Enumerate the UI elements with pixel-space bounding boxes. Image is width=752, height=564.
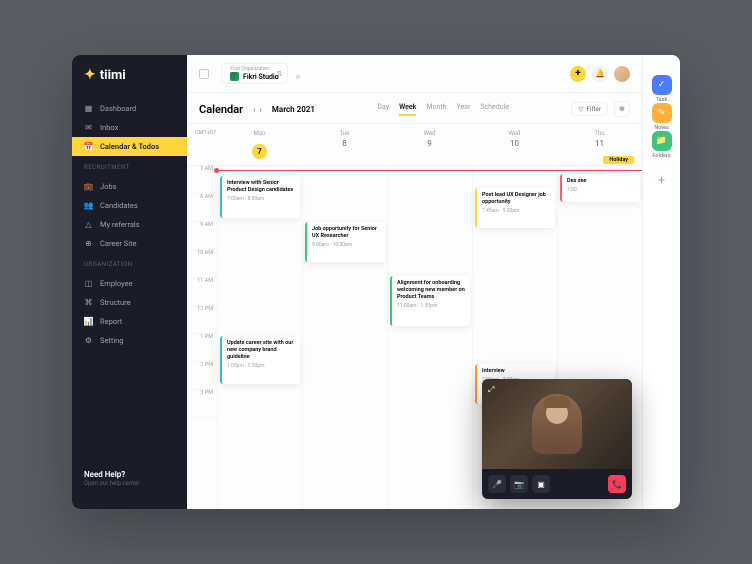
- time-label: 1 PM: [187, 334, 217, 362]
- view-tab-month[interactable]: Month: [426, 103, 446, 116]
- notes-icon: ✎: [652, 103, 672, 123]
- sidebar-item-report[interactable]: 📊Report: [72, 312, 187, 331]
- day-column[interactable]: Wed10: [472, 130, 557, 159]
- video-frame: ⤢: [482, 379, 632, 469]
- expand-icon[interactable]: ⤢: [488, 385, 494, 395]
- view-tab-year[interactable]: Year: [456, 103, 470, 116]
- topbar: Your Organization Fikri Studio ⇅ ⌕ + 🔔: [187, 55, 642, 93]
- day-column[interactable]: Tue8: [302, 130, 387, 159]
- view-tab-day[interactable]: Day: [377, 103, 389, 116]
- calendar-event[interactable]: Interview with Senior Product Design can…: [220, 176, 300, 218]
- sidebar-item-jobs[interactable]: 💼Jobs: [72, 177, 187, 196]
- nav-section-organization: ORGANIZATION: [72, 255, 187, 272]
- sidebar-item-dashboard[interactable]: ▦Dashboard: [72, 99, 187, 118]
- filter-icon: ▽: [578, 105, 583, 113]
- end-call-button[interactable]: 📞: [608, 475, 626, 493]
- brand-name: tiimi: [100, 68, 126, 83]
- filter-button[interactable]: ▽ Filter: [571, 102, 608, 116]
- time-label: 11 AM: [187, 278, 217, 306]
- page-title: Calendar: [199, 103, 243, 116]
- sidebar: ✦ tiimi ▦Dashboard✉Inbox📅Calendar & Todo…: [72, 55, 187, 509]
- sidebar-item-candidates[interactable]: 👥Candidates: [72, 196, 187, 215]
- day-column[interactable]: Wed9: [387, 130, 472, 159]
- grid-column[interactable]: Interview with Senior Product Design can…: [217, 166, 302, 509]
- calendar-event[interactable]: Des see7:00: [560, 174, 640, 202]
- org-name: Fikri Studio: [243, 73, 279, 81]
- day-column[interactable]: Thu11: [557, 130, 642, 159]
- notifications-button[interactable]: 🔔: [592, 66, 608, 82]
- nav-icon: 👥: [84, 201, 93, 210]
- sidebar-item-career-site[interactable]: ⊕Career Site: [72, 234, 187, 253]
- user-avatar[interactable]: [614, 66, 630, 82]
- nav-icon: ⚙: [84, 336, 93, 345]
- time-label: 8 AM: [187, 194, 217, 222]
- nav-icon: 📅: [84, 142, 93, 151]
- org-logo: [230, 72, 239, 81]
- view-tab-schedule[interactable]: Schedule: [480, 103, 509, 116]
- org-switcher[interactable]: Your Organization Fikri Studio ⇅: [221, 63, 288, 84]
- time-label: 2 PM: [187, 362, 217, 390]
- rail-add-button[interactable]: +: [658, 173, 665, 187]
- next-button[interactable]: ›: [260, 105, 262, 114]
- time-label: 7 AM: [187, 166, 217, 194]
- sidebar-item-setting[interactable]: ⚙Setting: [72, 331, 187, 350]
- nav-icon: ⊕: [84, 239, 93, 248]
- nav-section-recruitment: RECRUITMENT: [72, 158, 187, 175]
- nav-icon: ✉: [84, 123, 93, 132]
- days-header: GMT+07 Mon7Tue8Wed9Wed10Thu11: [187, 124, 642, 166]
- add-button[interactable]: +: [570, 66, 586, 82]
- calendar-event[interactable]: Post lead UX Designer job opportunity7:4…: [475, 188, 555, 228]
- calendar-event[interactable]: Alignment for onboarding welcoming new m…: [390, 276, 470, 326]
- search-input[interactable]: ⌕: [296, 64, 562, 83]
- calendar-header: Calendar ‹ › March 2021 Day Week Month Year…: [187, 93, 642, 124]
- screen-share-button[interactable]: ▣: [532, 475, 550, 493]
- camera-button[interactable]: 📷: [510, 475, 528, 493]
- nav-icon: 💼: [84, 182, 93, 191]
- grid-column[interactable]: Alignment for onboarding welcoming new m…: [387, 166, 472, 509]
- mic-button[interactable]: 🎤: [488, 475, 506, 493]
- nav-icon: ⌘: [84, 298, 93, 307]
- more-options-button[interactable]: ⊕: [614, 101, 630, 117]
- calendar-event[interactable]: Update career site with our new company …: [220, 336, 300, 384]
- task-icon: ✓: [652, 75, 672, 95]
- help-box[interactable]: Need Help? Open our help center: [72, 470, 187, 497]
- sidebar-item-my-referrals[interactable]: △My referrals: [72, 215, 187, 234]
- nav-icon: 📊: [84, 317, 93, 326]
- rail-item-task[interactable]: ✓Task: [652, 75, 672, 103]
- current-month: March 2021: [272, 105, 315, 114]
- help-title: Need Help?: [84, 470, 175, 479]
- time-label: 9 AM: [187, 222, 217, 250]
- nav-icon: △: [84, 220, 93, 229]
- logo-icon: ✦: [84, 67, 96, 83]
- sidebar-item-structure[interactable]: ⌘Structure: [72, 293, 187, 312]
- rail-item-folders[interactable]: 📁Folders: [652, 131, 672, 159]
- current-time-indicator: [217, 170, 642, 171]
- video-participant: [532, 394, 582, 454]
- video-call-widget[interactable]: ⤢ 🎤 📷 ▣ 📞: [482, 379, 632, 499]
- panel-toggle-icon[interactable]: [199, 69, 209, 79]
- time-label: 10 AM: [187, 250, 217, 278]
- view-tab-week[interactable]: Week: [399, 103, 416, 116]
- time-label: 12 PM: [187, 306, 217, 334]
- chevron-updown-icon: ⇅: [277, 70, 283, 78]
- time-label: 3 PM: [187, 390, 217, 418]
- sidebar-item-inbox[interactable]: ✉Inbox: [72, 118, 187, 137]
- rail-item-notes[interactable]: ✎Notes: [652, 103, 672, 131]
- holiday-badge: Holiday: [603, 156, 634, 164]
- folders-icon: 📁: [652, 131, 672, 151]
- nav-icon: ◫: [84, 279, 93, 288]
- right-rail: ✓Task✎Notes📁Folders +: [642, 55, 680, 509]
- calendar-event[interactable]: Job opportunity for Senior UX Researcher…: [305, 222, 385, 262]
- timezone-label: GMT+07: [195, 130, 216, 136]
- help-subtitle: Open our help center: [84, 480, 175, 487]
- logo: ✦ tiimi: [72, 67, 187, 97]
- sidebar-item-employee[interactable]: ◫Employee: [72, 274, 187, 293]
- sidebar-item-calendar-todos[interactable]: 📅Calendar & Todos: [72, 137, 187, 156]
- day-column[interactable]: Mon7: [217, 130, 302, 159]
- prev-button[interactable]: ‹: [253, 105, 255, 114]
- grid-column[interactable]: Job opportunity for Senior UX Researcher…: [302, 166, 387, 509]
- nav-icon: ▦: [84, 104, 93, 113]
- search-icon: ⌕: [296, 72, 301, 82]
